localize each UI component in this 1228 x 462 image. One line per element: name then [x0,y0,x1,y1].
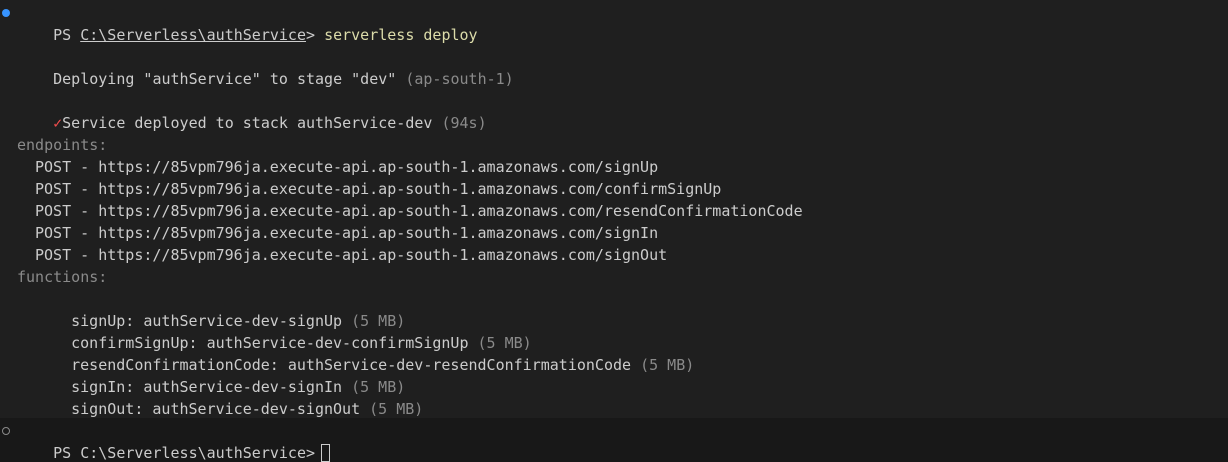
function-line: resendConfirmationCode: authService-dev-… [35,332,694,374]
function-size: (5 MB) [640,356,695,374]
function-line: signIn: authService-dev-signIn (5 MB) [35,354,405,396]
endpoint-line[interactable]: POST - https://85vpm796ja.execute-api.ap… [35,222,658,244]
prompt-prefix: PS [53,26,81,44]
endpoint-line[interactable]: POST - https://85vpm796ja.execute-api.ap… [35,178,721,200]
terminal-panel[interactable]: PS C:\Serverless\authService> serverless… [0,0,1228,462]
endpoint-line[interactable]: POST - https://85vpm796ja.execute-api.ap… [35,156,658,178]
deploy-status-line: Deploying "authService" to stage "dev" (… [17,46,514,88]
functions-header: functions: [17,268,108,286]
endpoint-line[interactable]: POST - https://85vpm796ja.execute-api.ap… [35,200,803,222]
function-size: (5 MB) [369,400,424,418]
command-text: serverless deploy [324,26,478,44]
function-line: signUp: authService-dev-signUp (5 MB) [35,288,405,330]
pending-command-decoration-icon[interactable] [2,427,10,435]
endpoints-header: endpoints: [17,136,108,154]
success-text: Service deployed to stack authService-de… [62,114,442,132]
deploy-text: Deploying "authService" to stage "dev" [53,70,406,88]
function-text: signOut: authService-dev-signOut [71,400,370,418]
function-line: confirmSignUp: authService-dev-confirmSi… [35,310,532,352]
input-prompt-line[interactable]: PS C:\Serverless\authService> [17,420,331,462]
function-line: signOut: authService-dev-signOut (5 MB) [35,376,423,418]
check-mark-icon: ✓ [53,114,63,132]
prompt-path-link[interactable]: C:\Serverless\authService [80,26,306,44]
endpoint-line[interactable]: POST - https://85vpm796ja.execute-api.ap… [35,244,667,266]
command-line: PS C:\Serverless\authService> serverless… [17,2,477,44]
new-prompt-text: PS C:\Serverless\authService> [53,444,316,462]
success-line: ✓Service deployed to stack authService-d… [17,90,486,132]
prompt-suffix: > [306,26,316,44]
region-text: (ap-south-1) [405,70,514,88]
cursor-icon [321,444,331,462]
duration-text: (94s) [441,114,487,132]
command-decoration-icon[interactable] [2,9,10,17]
